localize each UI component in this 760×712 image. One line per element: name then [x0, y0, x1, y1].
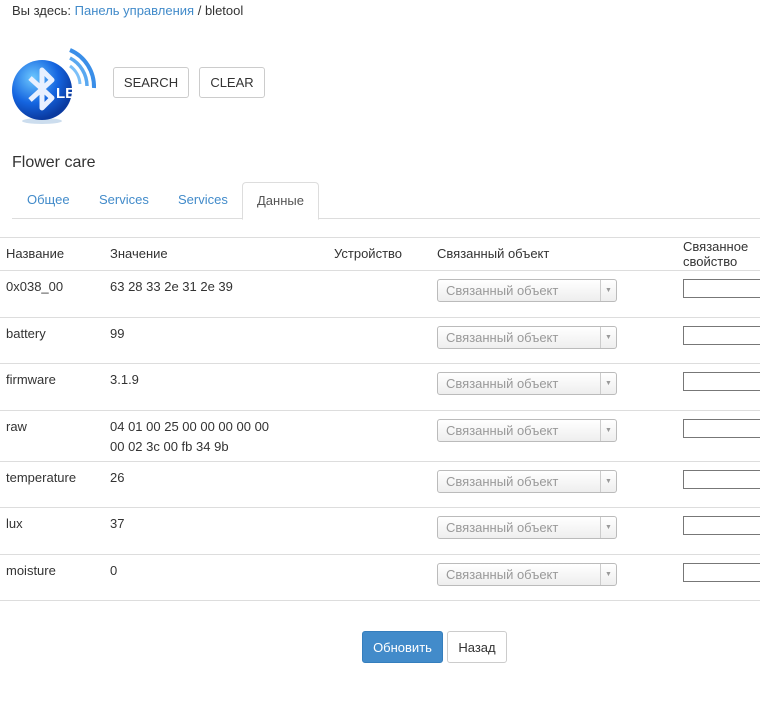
linked-property-input[interactable] — [683, 516, 760, 535]
linked-object-select[interactable]: Связанный объект ▼ — [437, 470, 617, 493]
header-name: Название — [6, 246, 65, 261]
row-name: raw — [6, 419, 27, 434]
tab-general[interactable]: Общее — [13, 182, 84, 219]
clear-button[interactable]: CLEAR — [199, 67, 265, 98]
update-button[interactable]: Обновить — [362, 631, 443, 663]
row-value-line: 3.1.9 — [110, 372, 139, 387]
row-value-line: 99 — [110, 326, 125, 341]
linked-object-select[interactable]: Связанный объект ▼ — [437, 419, 617, 442]
linked-object-placeholder: Связанный объект — [446, 423, 559, 438]
row-value-line: 04 01 00 25 00 00 00 00 00 — [110, 419, 270, 434]
row-value: 0 — [110, 561, 117, 581]
breadcrumb-link-dashboard[interactable]: Панель управления — [75, 3, 194, 18]
linked-object-select[interactable]: Связанный объект ▼ — [437, 516, 617, 539]
row-value: 26 — [110, 468, 124, 488]
linked-property-input[interactable] — [683, 470, 760, 489]
tab-services-1[interactable]: Services — [85, 182, 163, 219]
linked-object-placeholder: Связанный объект — [446, 567, 559, 582]
row-name: 0x038_00 — [6, 279, 64, 294]
logo-text: LE — [56, 85, 75, 102]
bluetooth-le-logo: LE — [12, 44, 98, 124]
linked-object-placeholder: Связанный объект — [446, 330, 559, 345]
row-value-line: 00 02 3c 00 fb 34 9b — [110, 439, 229, 454]
row-value: 63 28 33 2e 31 2e 39 — [110, 277, 233, 297]
tab-services-2[interactable]: Services — [164, 182, 242, 219]
chevron-down-icon: ▼ — [600, 327, 616, 348]
device-title: Flower care — [12, 154, 96, 171]
row-value-line: 0 — [110, 563, 118, 578]
linked-property-input[interactable] — [683, 419, 760, 438]
linked-object-select[interactable]: Связанный объект ▼ — [437, 563, 617, 586]
linked-property-input[interactable] — [683, 326, 760, 345]
row-value-line: 37 — [110, 516, 125, 531]
chevron-down-icon: ▼ — [600, 517, 616, 538]
search-button[interactable]: SEARCH — [113, 67, 189, 98]
tab-bar: Общее Services Services Данные — [12, 182, 760, 220]
tab-data[interactable]: Данные — [242, 182, 319, 220]
row-value: 99 — [110, 324, 124, 344]
back-button[interactable]: Назад — [447, 631, 507, 663]
linked-property-input[interactable] — [683, 279, 760, 298]
linked-object-select[interactable]: Связанный объект ▼ — [437, 372, 617, 395]
row-value-line: 63 28 33 2e 31 2e 39 — [110, 279, 233, 294]
linked-object-placeholder: Связанный объект — [446, 520, 559, 535]
chevron-down-icon: ▼ — [600, 471, 616, 492]
linked-property-input[interactable] — [683, 563, 760, 582]
row-name: moisture — [6, 563, 56, 578]
breadcrumb: Вы здесь: Панель управления / bletool — [12, 3, 243, 18]
row-name: battery — [6, 326, 46, 341]
linked-property-input[interactable] — [683, 372, 760, 391]
chevron-down-icon: ▼ — [600, 420, 616, 441]
breadcrumb-separator: / — [197, 3, 202, 18]
row-name: temperature — [6, 470, 77, 485]
header-device: Устройство — [334, 246, 403, 261]
linked-object-placeholder: Связанный объект — [446, 283, 559, 298]
linked-object-placeholder: Связанный объект — [446, 474, 559, 489]
row-name: firmware — [6, 372, 56, 387]
row-value: 04 01 00 25 00 00 00 00 00 00 02 3c 00 fb… — [110, 417, 269, 457]
chevron-down-icon: ▼ — [600, 564, 616, 585]
row-name: lux — [6, 516, 23, 531]
header-linked-object: Связанный объект — [437, 246, 550, 261]
row-value: 3.1.9 — [110, 370, 139, 390]
breadcrumb-prefix: Вы здесь: — [12, 3, 72, 18]
linked-object-select[interactable]: Связанный объект ▼ — [437, 326, 617, 349]
header-linked-property: Связанное свойство — [683, 239, 749, 269]
linked-object-placeholder: Связанный объект — [446, 376, 559, 391]
chevron-down-icon: ▼ — [600, 280, 616, 301]
breadcrumb-current: bletool — [204, 3, 244, 18]
chevron-down-icon: ▼ — [600, 373, 616, 394]
row-value-line: 26 — [110, 470, 125, 485]
header-value: Значение — [110, 246, 168, 261]
row-value: 37 — [110, 514, 124, 534]
linked-object-select[interactable]: Связанный объект ▼ — [437, 279, 617, 302]
